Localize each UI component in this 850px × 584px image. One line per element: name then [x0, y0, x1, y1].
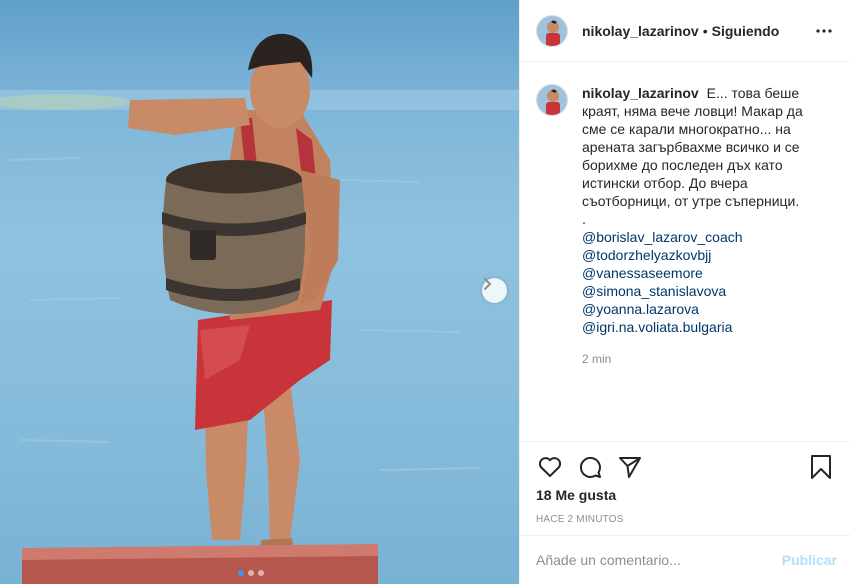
carousel-dot	[258, 570, 264, 576]
avatar-image	[537, 85, 567, 115]
avatar-image	[537, 15, 567, 46]
mention-link[interactable]: @todorzhelyazkovbjj	[582, 246, 822, 264]
heart-icon	[538, 457, 562, 477]
post-side-panel: nikolay_lazarinov • Siguiendo nikolay_la…	[519, 0, 850, 584]
header-separator: •	[702, 22, 708, 39]
photo-illustration	[0, 33, 519, 584]
header-username[interactable]: nikolay_lazarinov	[582, 23, 699, 39]
carousel-dot	[248, 570, 254, 576]
save-button[interactable]	[807, 453, 835, 481]
avatar[interactable]	[536, 14, 568, 47]
paper-plane-icon	[619, 457, 641, 478]
mention-link[interactable]: @vanessaseemore	[582, 264, 822, 282]
caption-body: nikolay_lazarinov Е... това беше краят, …	[582, 84, 822, 368]
avatar[interactable]	[536, 84, 568, 116]
caption-username[interactable]: nikolay_lazarinov	[582, 85, 699, 101]
mention-link[interactable]: @simona_stanislavova	[582, 282, 822, 300]
publish-button[interactable]: Publicar	[782, 552, 837, 568]
post-photo[interactable]	[0, 0, 519, 584]
mention-link[interactable]: @igri.na.voliata.bulgaria	[582, 318, 822, 336]
carousel-indicators	[238, 570, 264, 576]
caption-comment: nikolay_lazarinov Е... това беше краят, …	[536, 84, 835, 368]
comment-bubble-icon	[579, 456, 601, 478]
caption-text: Е... това беше краят, няма вече ловци! М…	[582, 85, 803, 209]
comment-button[interactable]	[576, 453, 604, 481]
caption-dot: .	[582, 211, 586, 227]
like-button[interactable]	[536, 453, 564, 481]
likes-count[interactable]: 18 Me gusta	[536, 487, 616, 503]
carousel-next-button[interactable]	[482, 278, 507, 303]
follow-status-button[interactable]: Siguiendo	[712, 23, 780, 39]
share-button[interactable]	[616, 453, 644, 481]
more-options-button[interactable]	[812, 19, 836, 43]
bookmark-icon	[811, 455, 831, 479]
action-bar	[520, 449, 850, 485]
comments-section: nikolay_lazarinov Е... това беше краят, …	[520, 62, 850, 442]
carousel-dot	[238, 570, 244, 576]
post-header: nikolay_lazarinov • Siguiendo	[520, 0, 850, 62]
comment-input[interactable]	[536, 552, 782, 568]
mention-link[interactable]: @borislav_lazarov_coach	[582, 228, 822, 246]
more-options-icon	[816, 28, 832, 33]
chevron-right-icon	[484, 278, 492, 290]
post-timestamp: HACE 2 MINUTOS	[536, 514, 624, 525]
likes-number: 18	[536, 487, 552, 503]
comment-age: 2 min	[582, 352, 612, 366]
add-comment-bar: Publicar	[520, 535, 850, 584]
likes-label: Me gusta	[555, 487, 617, 503]
mention-link[interactable]: @yoanna.lazarova	[582, 300, 822, 318]
